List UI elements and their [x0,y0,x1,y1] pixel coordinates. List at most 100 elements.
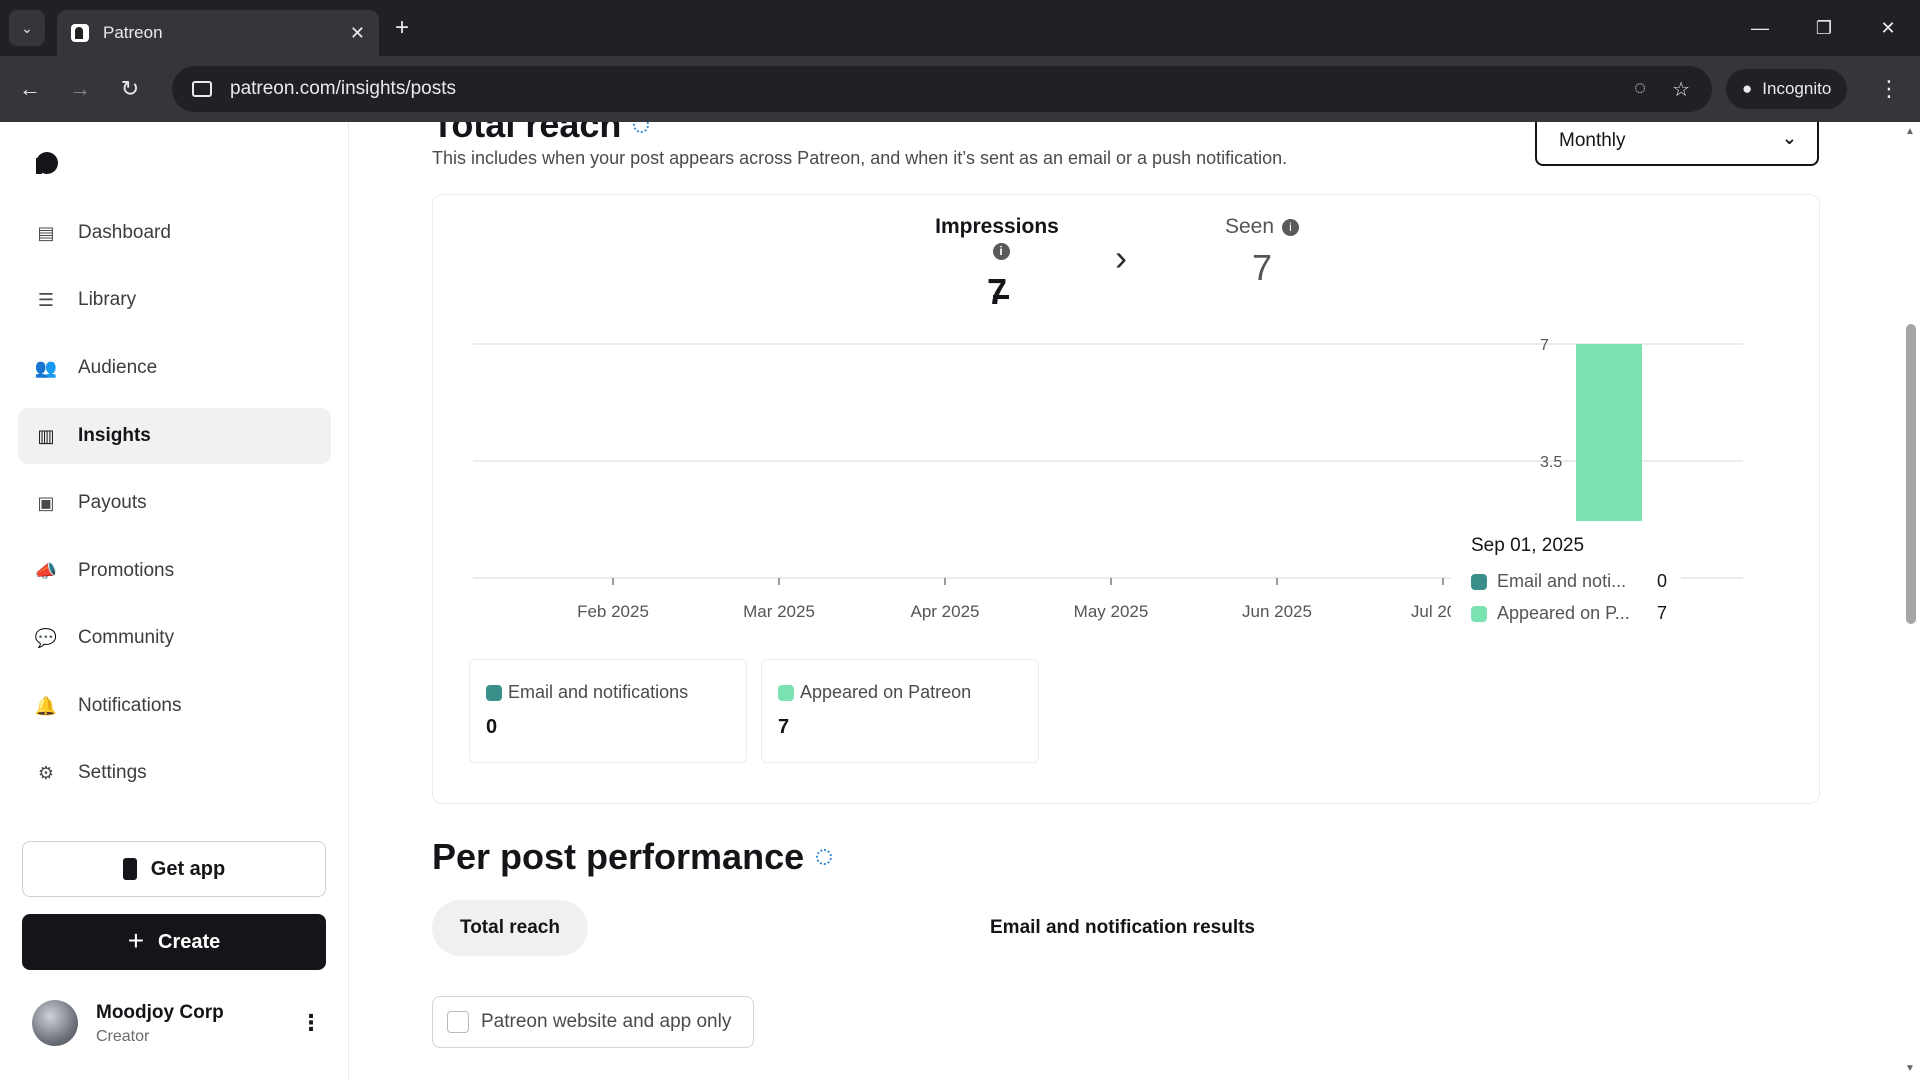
sidebar-item-library[interactable]: ☰ Library [18,272,331,328]
address-bar[interactable]: patreon.com/insights/posts ◌ ☆ [172,66,1712,112]
incognito-icon: ● [1742,79,1753,98]
period-select[interactable]: Monthly ⌄ [1535,122,1819,166]
chevron-down-icon: ⌄ [21,19,33,36]
x-tick-label: May 2025 [1074,602,1149,621]
close-tab-icon[interactable]: ✕ [350,23,365,44]
avatar [32,1000,78,1046]
x-tick-label: Feb 2025 [577,602,649,621]
browser-tab-bar: ⌄ Patreon ✕ + — ❐ ✕ [0,0,1920,56]
audience-icon: 👥 [34,357,58,378]
sidebar-item-insights[interactable]: ▥ Insights [18,408,331,464]
bell-icon: 🔔 [34,695,58,716]
browser-toolbar: ← → ↻ patreon.com/insights/posts ◌ ☆ ● I… [0,56,1920,122]
sidebar-item-label: Payouts [78,492,147,513]
forward-arrow-icon[interactable]: → [60,69,100,109]
create-button[interactable]: + Create [22,914,326,970]
main-content: Total reach This includes when your post… [350,122,1902,1080]
reload-icon[interactable]: ↻ [110,69,150,109]
star-icon[interactable]: ☆ [1672,77,1690,102]
tab-email-notification-results[interactable]: Email and notification results [962,900,1283,956]
browser-tab[interactable]: Patreon ✕ [57,10,379,56]
period-select-value: Monthly [1559,130,1626,151]
scrollbar-thumb[interactable] [1906,324,1916,624]
eye-off-icon[interactable]: ◌ [1634,77,1646,102]
get-app-button[interactable]: Get app [22,841,326,897]
sidebar-item-community[interactable]: 💬 Community [18,610,331,666]
legend-label: Appeared on Patreon [800,682,972,702]
tooltip-row-value: 7 [1657,603,1668,623]
legend-value: 7 [778,716,790,738]
sidebar-item-promotions[interactable]: 📣 Promotions [18,543,331,599]
restore-icon[interactable]: ❐ [1792,18,1856,39]
dashboard-icon: ▤ [37,222,55,243]
tab-title: Patreon [103,23,163,42]
close-window-icon[interactable]: ✕ [1856,18,1920,39]
sidebar-item-label: Settings [78,762,147,783]
sidebar-item-label: Insights [78,425,151,446]
insights-icon: ▥ [37,425,55,446]
back-arrow-icon[interactable]: ← [10,69,50,109]
scroll-down-icon[interactable]: ▼ [1905,1063,1915,1074]
scroll-up-icon[interactable]: ▲ [1905,126,1915,137]
payouts-icon: ▣ [37,492,55,513]
sidebar: ▤ Dashboard ☰ Library 👥 Audience ▥ Insig… [0,122,349,1080]
sidebar-item-label: Dashboard [78,222,171,243]
legend-swatch [1471,573,1487,590]
legend-label: Email and notifications [508,682,689,702]
sidebar-item-label: Community [78,627,175,648]
promotions-icon: 📣 [34,560,58,581]
tooltip-row-label: Appeared on P... [1497,603,1630,623]
legend-swatch [486,684,502,701]
tab-search-button[interactable]: ⌄ [9,10,45,46]
legend-card-email: Email and notifications 0 [469,659,747,763]
sidebar-item-settings[interactable]: ⚙ Settings [18,745,331,801]
total-reach-description: This includes when your post appears acr… [432,148,1288,168]
sidebar-item-dashboard[interactable]: ▤ Dashboard [18,205,331,261]
sidebar-item-payouts[interactable]: ▣ Payouts [18,475,331,531]
tooltip-row-value: 0 [1657,571,1668,591]
window-controls: — ❐ ✕ [1728,0,1920,56]
url-text: patreon.com/insights/posts [230,78,457,99]
more-vertical-icon[interactable]: ⋮ [300,1010,322,1036]
loading-spinner-icon [633,122,650,133]
x-tick-label: Jun 2025 [1242,602,1312,621]
minimize-icon[interactable]: — [1728,18,1792,39]
x-tick-label: Apr 2025 [911,602,980,621]
per-post-performance-title: Per post performance [432,836,833,878]
site-info-icon[interactable] [192,81,212,97]
legend-value: 0 [486,716,498,738]
user-profile[interactable]: Moodjoy Corp Creator ⋮ [32,1000,322,1050]
patreon-only-filter[interactable]: Patreon website and app only [432,996,754,1048]
checkbox[interactable] [447,1011,469,1033]
sidebar-item-audience[interactable]: 👥 Audience [18,340,331,396]
tooltip-row-patreon: Appeared on P... 7 [1471,603,1667,624]
new-tab-icon[interactable]: + [395,14,409,42]
community-icon: 💬 [34,627,58,648]
legend-swatch [1471,605,1487,622]
tab-total-reach[interactable]: Total reach [432,900,588,956]
plus-icon: + [127,924,145,956]
sidebar-item-label: Notifications [78,695,182,716]
patreon-logo-icon[interactable] [36,152,58,174]
sidebar-item-notifications[interactable]: 🔔 Notifications [18,678,331,734]
y-tick-label: 3.5 [1540,454,1562,471]
x-tick-label: Mar 2025 [743,602,815,621]
user-name: Moodjoy Corp [96,1002,224,1023]
page-scrollbar[interactable]: ▲ ▼ [1902,122,1920,1080]
sidebar-item-label: Library [78,289,137,310]
patreon-favicon-icon [71,24,89,42]
filter-label: Patreon website and app only [481,1011,732,1032]
loading-spinner-icon [816,849,833,865]
tooltip-row-email: Email and noti... 0 [1471,571,1667,592]
sidebar-item-label: Promotions [78,560,175,581]
phone-icon [122,858,137,880]
chart-tooltip: Sep 01, 2025 Email and noti... 0 Appeare… [1451,521,1681,631]
get-app-label: Get app [150,857,226,880]
user-role: Creator [96,1028,150,1045]
legend-card-patreon: Appeared on Patreon 7 [761,659,1039,763]
reach-chart-card: Impressionsi 7 › Seeni 7 03.57Feb 2025Ma… [432,194,1820,804]
browser-menu-icon[interactable]: ⋮ [1878,76,1900,102]
total-reach-title: Total reach [432,122,650,146]
incognito-badge[interactable]: ● Incognito [1726,69,1848,109]
y-tick-label: 7 [1540,337,1549,354]
